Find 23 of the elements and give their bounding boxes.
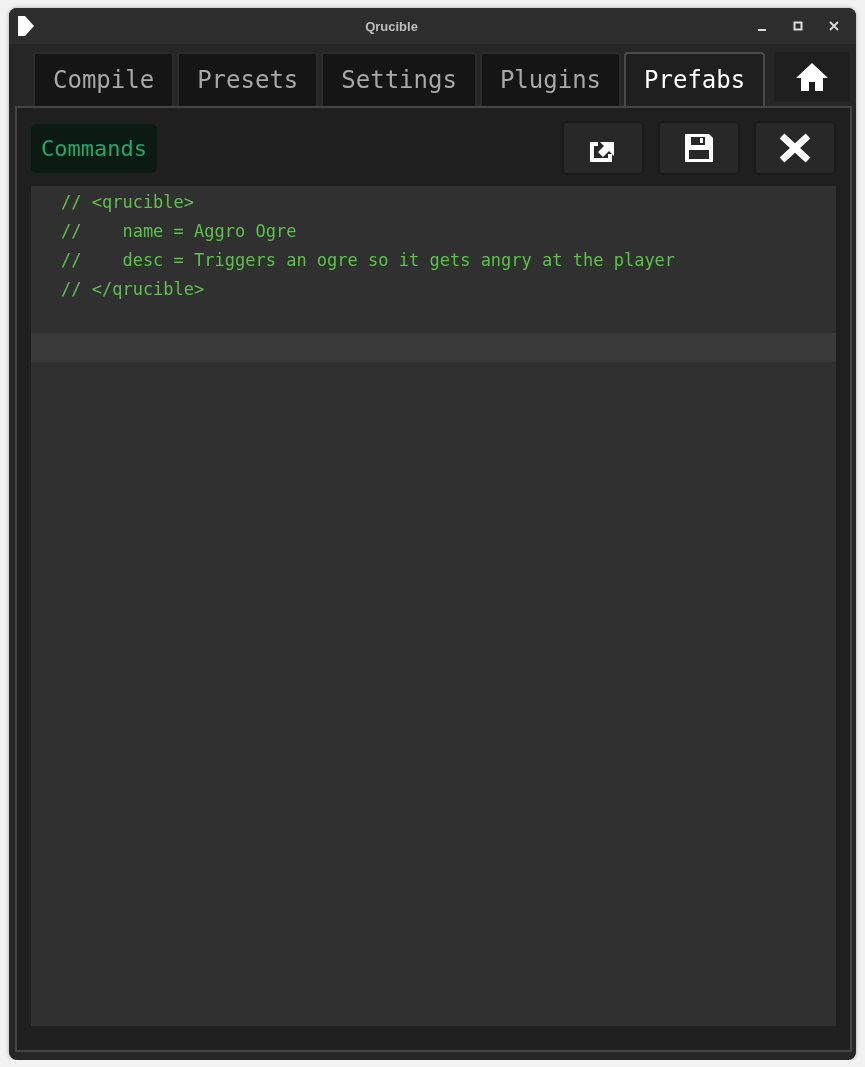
code-line: // <qrucible> [60, 191, 196, 214]
close-button[interactable] [754, 121, 836, 175]
close-icon [778, 133, 812, 163]
home-icon [795, 62, 830, 92]
save-button[interactable] [658, 121, 740, 175]
export-button[interactable] [562, 121, 644, 175]
tab[interactable]: Prefabs [624, 52, 766, 106]
code-line: // name = Aggro Ogre [60, 220, 298, 243]
save-icon [683, 132, 715, 164]
home-button[interactable] [774, 52, 850, 102]
code-editor[interactable]: // <qrucible> // name = Aggro Ogre // desc = Triggers an ogre so it gets angry at the player // </qrucible> [31, 186, 836, 1026]
maximize-icon [793, 21, 803, 31]
tab[interactable]: Presets [177, 52, 319, 106]
close-icon [829, 21, 839, 31]
tab[interactable]: Settings [321, 52, 477, 106]
code-line: // </qrucible> [60, 278, 206, 301]
app-logo-icon [17, 15, 35, 37]
panel-title: Commands [31, 123, 157, 173]
minimize-icon [758, 29, 766, 31]
tab[interactable]: Compile [33, 52, 175, 106]
tab[interactable]: Plugins [479, 52, 622, 106]
window-title: Qrucible [364, 18, 419, 34]
code-line: // desc = Triggers an ogre so it gets angry at the player [60, 249, 677, 272]
